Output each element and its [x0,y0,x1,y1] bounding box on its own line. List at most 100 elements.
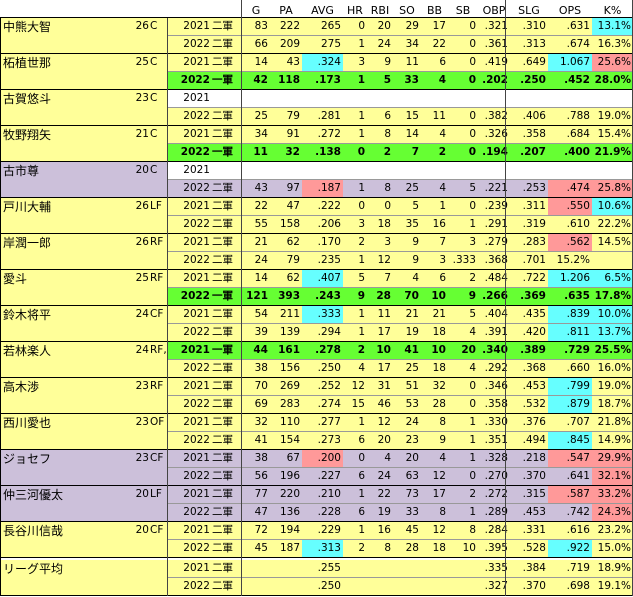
cell-stat-avg: .187 [302,180,343,198]
cell-stat-slg: .283 [522,236,546,248]
row-year: 2021 [183,56,210,68]
age-pos-cell: 26 C [125,18,168,54]
cell-stat-avg: .294 [317,326,341,338]
row-year: 2022 [180,290,210,302]
cell-stat-slg: .528 [522,542,546,554]
player-cell: 長谷川信哉 [0,522,125,558]
player-cell: 高木渉 [0,378,125,414]
cell-stat-avg: .274 [317,398,341,410]
cell-stat-hr: 6 [358,434,365,446]
cell-stat-slg: .701 [522,254,546,266]
cell-stat-pa: 154 [279,434,300,446]
cell-stat-k: 17.8% [594,290,631,302]
cell-stat-slg: .319 [522,218,546,230]
cell-stat-avg: .273 [317,434,341,446]
cell-stat-ops: .684 [566,128,590,140]
cell-stat-so: 41 [404,344,419,356]
age-pos-cell: 21 C [125,126,168,162]
row-year: 2022 [183,182,210,194]
cell-stat-rbi: 20 [377,434,391,446]
row-level: 二軍 [212,580,233,592]
cell-stat-g [242,560,270,578]
player-cell: 戸川大輔 [0,198,125,234]
cell-stat-avg: .235 [317,254,341,266]
row-level: 一軍 [212,344,233,356]
cell-stat-pa: 139 [279,326,300,338]
cell-stat-ops: .698 [566,580,590,592]
cell-stat-hr: 1 [358,182,365,194]
cell-stat-so [393,162,421,180]
cell-stat-ops: .799 [548,378,592,396]
stats-table: G PA AVG HR RBI SO BB SB OBP SLG OPS K% 中熊大智 26 C 2021 二… [0,0,633,597]
player-name: 長谷川信哉 [3,524,64,538]
cell-stat-sb: 0 [468,74,476,86]
cell-stat-slg: .435 [522,308,546,320]
cell-stat-rbi: 12 [377,254,391,266]
player-position: C [150,164,158,176]
row-year: 2021 [183,92,210,104]
row-level: 二軍 [212,542,233,554]
cell-stat-k [592,90,633,108]
cell-stat-slg: .369 [520,290,546,302]
row-level: 二軍 [212,20,233,32]
cell-stat-so: 45 [405,524,419,536]
cell-stat-rbi: 19 [377,506,391,518]
cell-stat-avg: .138 [315,146,341,158]
cell-stat-pa: 211 [279,308,300,320]
cell-stat-so: 14 [405,128,419,140]
cell-stat-hr: 1 [358,488,365,500]
player-age: 25 [135,56,149,68]
cell-stat-slg [510,90,548,108]
player-cell: ジョセフ [0,450,125,486]
cell-stat-avg: .243 [315,290,341,302]
cell-stat-slg: .649 [522,56,546,68]
cell-stat-sb: 3 [469,236,476,248]
cell-stat-slg: .453 [522,380,546,392]
cell-stat-ops: .631 [566,20,590,32]
age-pos-cell: 25 RF [125,270,168,306]
cell-stat-pa: 97 [286,182,300,194]
cell-stat-ops: .400 [564,146,590,158]
row-year: 2022 [183,110,210,122]
cell-stat-sb: 5 [469,308,476,320]
cell-stat-ops: .587 [548,486,592,504]
cell-stat-g: 43 [254,182,268,194]
player-position: CF [150,452,164,464]
cell-stat-pa: 47 [286,200,300,212]
cell-stat-sb: 4 [469,362,476,374]
age-pos-cell: 23 OF [125,414,168,450]
cell-stat-ops: 1.206 [548,270,592,288]
cell-stat-g: 42 [253,74,268,86]
cell-stat-slg: .370 [522,470,546,482]
cell-stat-pa: 220 [279,488,300,500]
row-year: 2021 [183,562,210,574]
cell-stat-hr: 0 [358,452,365,464]
cell-stat-g: 22 [254,200,268,212]
cell-stat-so: 63 [405,470,419,482]
cell-stat-hr: 6 [358,470,365,482]
row-year: 2021 [183,416,210,428]
row-year: 2022 [183,580,210,592]
player-position: RF,CF [150,344,168,356]
cell-stat-slg: .311 [522,200,546,212]
row-level: 二軍 [212,182,233,194]
cell-stat-pa: 269 [279,380,300,392]
player-name: 牧野翔矢 [3,128,52,142]
cell-stat-avg: .173 [315,74,341,86]
cell-stat-k: 25.5% [594,344,631,356]
cell-stat-so [393,90,421,108]
cell-stat-sb [448,162,478,180]
cell-stat-pa: 194 [279,524,300,536]
cell-stat-slg: .310 [522,20,546,32]
cell-stat-hr [343,90,367,108]
player-cell: 岸潤一郎 [0,234,125,270]
age-pos-cell: 24RF,CF [125,342,168,378]
player-position: C [150,128,158,140]
cell-stat-sb: 0 [469,398,476,410]
player-cell: 愛斗 [0,270,125,306]
cell-stat-pa: 136 [279,506,300,518]
cell-stat-g [242,578,270,596]
cell-stat-avg: .333 [302,306,343,324]
cell-stat-hr: 1 [358,326,365,338]
row-level: 二軍 [212,416,233,428]
